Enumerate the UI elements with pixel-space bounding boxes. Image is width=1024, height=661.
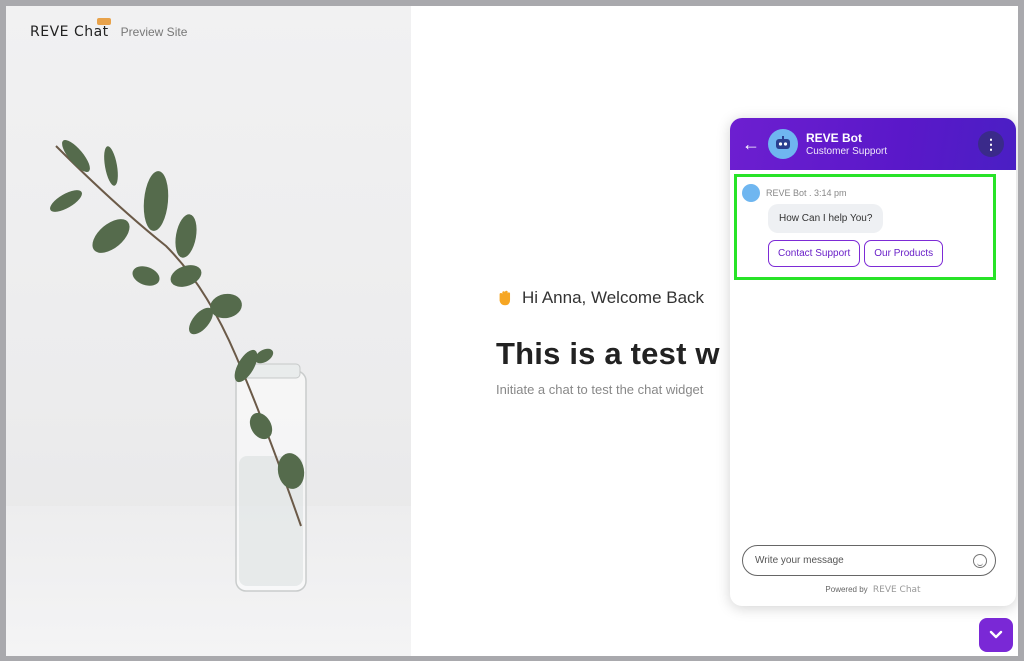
powered-by-footer: Powered by REVE Chat xyxy=(730,585,1016,595)
quick-replies: Contact Support Our Products xyxy=(768,240,944,267)
chevron-down-icon xyxy=(989,630,1003,639)
site-brand: REVE Chat Preview Site xyxy=(30,18,188,40)
greeting: Hi Anna, Welcome Back xyxy=(496,288,720,308)
powered-by-brand: REVE Chat xyxy=(872,585,921,595)
contact-support-button[interactable]: Contact Support xyxy=(768,240,861,267)
message-composer xyxy=(742,545,996,576)
bot-name: REVE Bot xyxy=(806,131,863,145)
bot-role: Customer Support xyxy=(806,146,888,157)
chat-widget: ← REVE Bot Customer Support ⋮ REVE Bot .… xyxy=(730,118,1016,606)
robot-icon xyxy=(776,136,790,149)
page-subline: Initiate a chat to test the chat widget xyxy=(496,382,704,397)
message-input[interactable] xyxy=(755,555,973,566)
preview-site-label: Preview Site xyxy=(120,25,188,39)
preview-page: REVE Chat Preview Site Hi Anna, Welcome … xyxy=(6,6,1018,656)
message-meta-text: REVE Bot . 3:14 pm xyxy=(766,188,847,198)
our-products-button[interactable]: Our Products xyxy=(864,240,944,267)
kebab-menu-icon: ⋮ xyxy=(984,135,998,152)
bot-avatar xyxy=(768,129,798,159)
page-headline: This is a test w xyxy=(496,336,720,371)
bot-mini-avatar xyxy=(742,184,760,202)
chat-header: ← REVE Bot Customer Support ⋮ xyxy=(730,118,1016,170)
waving-hand-icon xyxy=(499,290,511,306)
chat-toggle-button[interactable] xyxy=(979,618,1013,652)
chat-menu-button[interactable]: ⋮ xyxy=(978,131,1004,157)
hero-image-panel: REVE Chat Preview Site xyxy=(6,6,411,656)
back-arrow-icon[interactable]: ← xyxy=(742,134,764,155)
bot-message-bubble: How Can I help You? xyxy=(768,204,884,233)
greeting-text: Hi Anna, Welcome Back xyxy=(522,288,705,307)
plant-in-jar-image xyxy=(50,140,307,592)
welcome-section: Hi Anna, Welcome Back This is a test w I… xyxy=(496,288,720,397)
reve-chat-logo: REVE Chat xyxy=(30,18,111,40)
powered-by-text: Powered by xyxy=(825,585,868,594)
bot-titles: REVE Bot Customer Support xyxy=(806,131,887,157)
message-meta: REVE Bot . 3:14 pm xyxy=(742,184,847,202)
emoji-icon[interactable] xyxy=(973,553,987,568)
